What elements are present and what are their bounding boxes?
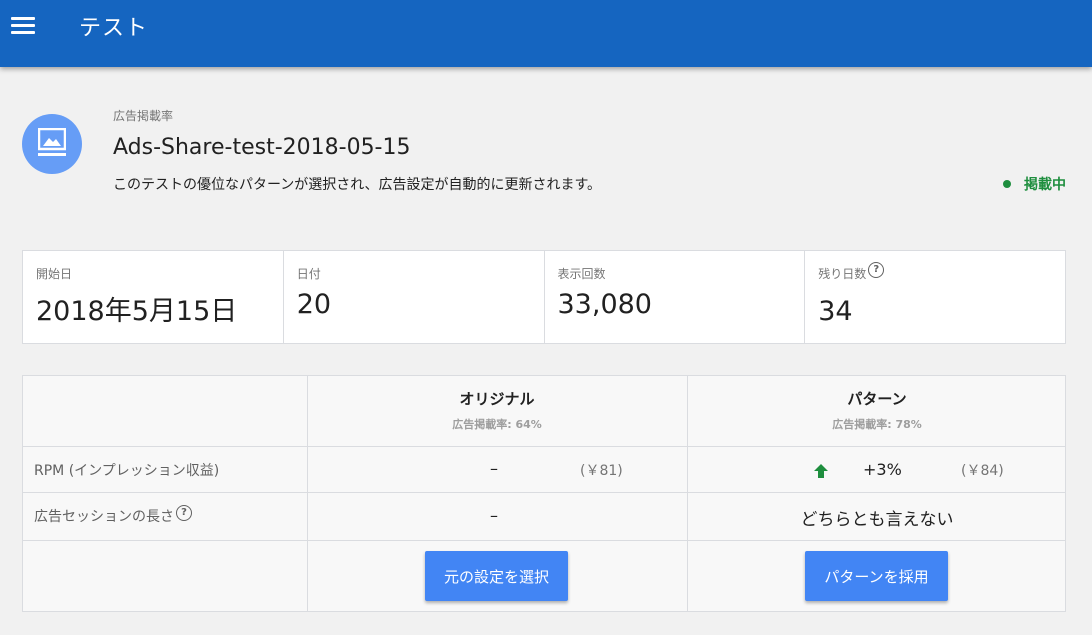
original-column-subtitle: 広告掲載率: 64% xyxy=(452,418,542,431)
app-bar-title: テスト xyxy=(79,16,149,41)
rpm-pattern-value: +3% xyxy=(863,460,902,479)
status-text: 掲載中 xyxy=(1024,177,1066,193)
help-icon[interactable]: ? xyxy=(176,505,192,521)
help-icon[interactable]: ? xyxy=(868,261,885,278)
test-description: このテストの優位なパターンが選択され、広告設定が自動的に更新されます。 xyxy=(113,177,602,193)
app-bar: テスト xyxy=(0,0,1092,67)
stat-value: 33,080 xyxy=(557,289,652,320)
stat-value: 2018年5月15日 xyxy=(36,296,238,327)
session-pattern-value: どちらとも言えない xyxy=(800,510,954,530)
pattern-column-subtitle: 広告掲載率: 78% xyxy=(832,418,922,431)
stat-label: 残り日数 xyxy=(818,267,867,281)
comparison-table: オリジナル 広告掲載率: 64% パターン 広告掲載率: 78% RPM (イン… xyxy=(22,375,1066,612)
test-type-label: 広告掲載率 xyxy=(113,109,174,123)
stat-label: 表示回数 xyxy=(557,267,606,281)
rpm-original-amount: (￥81) xyxy=(580,463,623,479)
session-row-label-wrap: 広告セッションの長さ ? xyxy=(34,505,192,526)
session-row-label: 広告セッションの長さ xyxy=(34,509,174,525)
test-name: Ads-Share-test-2018-05-15 xyxy=(113,135,411,160)
original-column-title: オリジナル xyxy=(459,390,535,408)
rpm-pattern-amount: (￥84) xyxy=(961,463,1004,479)
image-icon xyxy=(22,114,82,174)
stat-start-date: 開始日 2018年5月15日 xyxy=(23,251,284,343)
stat-value: 20 xyxy=(296,289,332,320)
arrow-up-icon xyxy=(814,464,828,478)
stat-label: 開始日 xyxy=(36,267,73,281)
stat-days: 日付 20 xyxy=(284,251,545,343)
rpm-row-label: RPM (インプレッション収益) xyxy=(34,463,220,479)
stat-remaining-days: 残り日数 ? 34 xyxy=(805,251,1065,343)
menu-icon[interactable] xyxy=(11,17,35,35)
rpm-original-value: – xyxy=(490,459,498,478)
status-dot-icon xyxy=(1003,180,1011,188)
status-badge: 掲載中 xyxy=(1003,174,1066,194)
stat-impressions: 表示回数 33,080 xyxy=(545,251,806,343)
select-original-button[interactable]: 元の設定を選択 xyxy=(425,551,568,601)
stat-label: 日付 xyxy=(296,267,321,281)
adopt-pattern-button[interactable]: パターンを採用 xyxy=(805,551,948,601)
pattern-column-title: パターン xyxy=(847,390,907,408)
session-original-value: – xyxy=(490,506,498,525)
stat-label-wrap: 残り日数 ? xyxy=(818,261,885,282)
stats-panel: 開始日 2018年5月15日 日付 20 表示回数 33,080 残り日数 ? … xyxy=(22,250,1066,344)
stat-value: 34 xyxy=(818,296,853,327)
